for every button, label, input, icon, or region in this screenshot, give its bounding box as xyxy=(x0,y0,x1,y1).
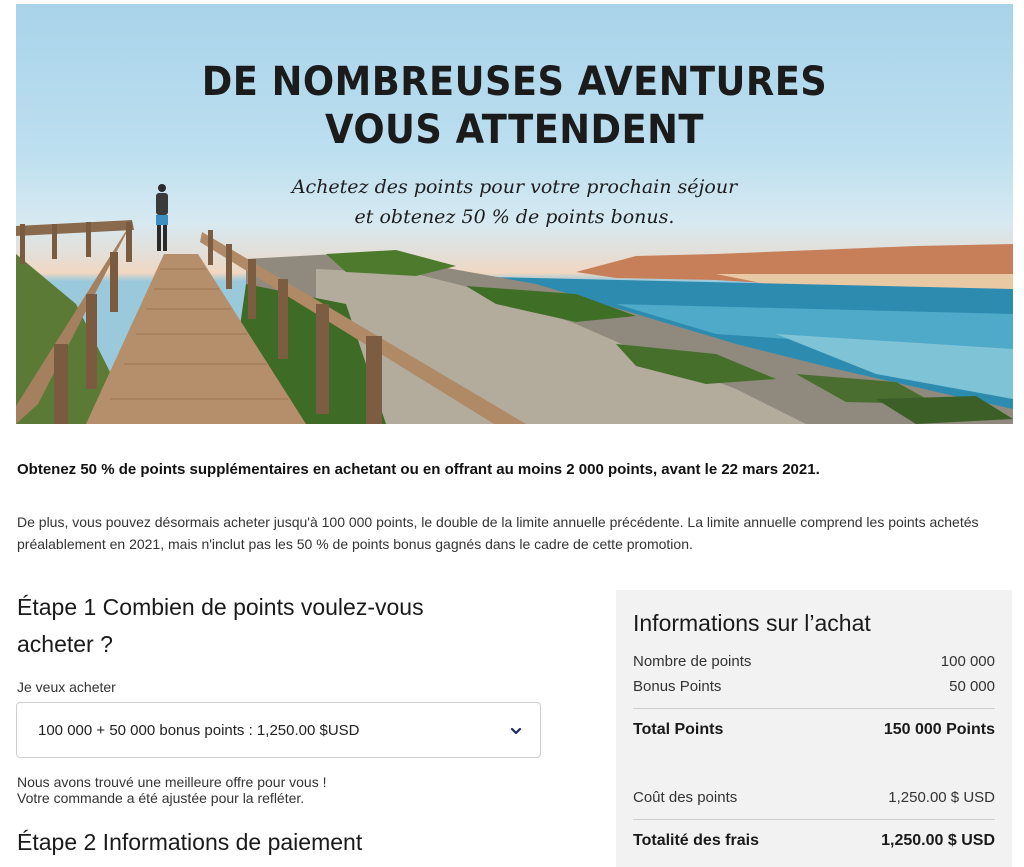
summary-row-points: Nombre de points 100 000 xyxy=(633,653,995,670)
summary-row-total-points: Total Points 150 000 Points xyxy=(633,721,995,739)
total-fees-value: 1,250.00 $ USD xyxy=(881,832,995,849)
better-offer-notice: Nous avons trouvé une meilleure offre po… xyxy=(17,774,326,806)
summary-divider xyxy=(633,819,995,820)
bonus-label: Bonus Points xyxy=(633,678,722,695)
chevron-down-icon xyxy=(510,727,522,735)
hero-subtitle: Achetez des points pour votre prochain s… xyxy=(16,172,1013,232)
points-package-select[interactable]: 100 000 + 50 000 bonus points : 1,250.00… xyxy=(16,702,541,758)
total-points-label: Total Points xyxy=(633,721,724,738)
hero-title: DE NOMBREUSES AVENTURES VOUS ATTENDENT xyxy=(56,58,973,154)
summary-row-cost: Coût des points 1,250.00 $ USD xyxy=(633,789,995,806)
points-value: 100 000 xyxy=(940,653,995,670)
bonus-value: 50 000 xyxy=(949,678,995,695)
cost-label: Coût des points xyxy=(633,789,738,806)
summary-title: Informations sur l’achat xyxy=(633,610,871,636)
better-offer-line2: Votre commande a été ajustée pour la ref… xyxy=(17,790,305,806)
total-fees-label: Totalité des frais xyxy=(633,832,759,849)
hero-banner: DE NOMBREUSES AVENTURES VOUS ATTENDENT A… xyxy=(16,4,1013,424)
summary-row-bonus: Bonus Points 50 000 xyxy=(633,678,995,695)
hero-subtitle-line2: et obtenez 50 % de points bonus. xyxy=(354,206,675,228)
promo-body: De plus, vous pouvez désormais acheter j… xyxy=(17,514,979,552)
purchase-summary-panel: Informations sur l’achat Nombre de point… xyxy=(616,590,1012,867)
purchase-amount-label: Je veux acheter xyxy=(17,679,116,695)
step1-title: Étape 1 Combien de points voulez-vous ac… xyxy=(17,594,424,657)
hero-title-line1: DE NOMBREUSES AVENTURES xyxy=(201,59,828,105)
step2-title: Étape 2 Informations de paiement xyxy=(17,829,363,855)
hero-title-line2: VOUS ATTENDENT xyxy=(325,107,704,153)
promo-headline: Obtenez 50 % de points supplémentaires e… xyxy=(17,461,820,478)
cost-value: 1,250.00 $ USD xyxy=(888,789,995,806)
summary-row-total-fees: Totalité des frais 1,250.00 $ USD xyxy=(633,832,995,850)
better-offer-line1: Nous avons trouvé une meilleure offre po… xyxy=(17,774,327,790)
points-package-selected-value: 100 000 + 50 000 bonus points : 1,250.00… xyxy=(38,721,360,739)
points-label: Nombre de points xyxy=(633,653,752,670)
total-points-value: 150 000 Points xyxy=(883,721,995,738)
summary-divider xyxy=(633,708,995,709)
hero-subtitle-line1: Achetez des points pour votre prochain s… xyxy=(291,176,738,198)
